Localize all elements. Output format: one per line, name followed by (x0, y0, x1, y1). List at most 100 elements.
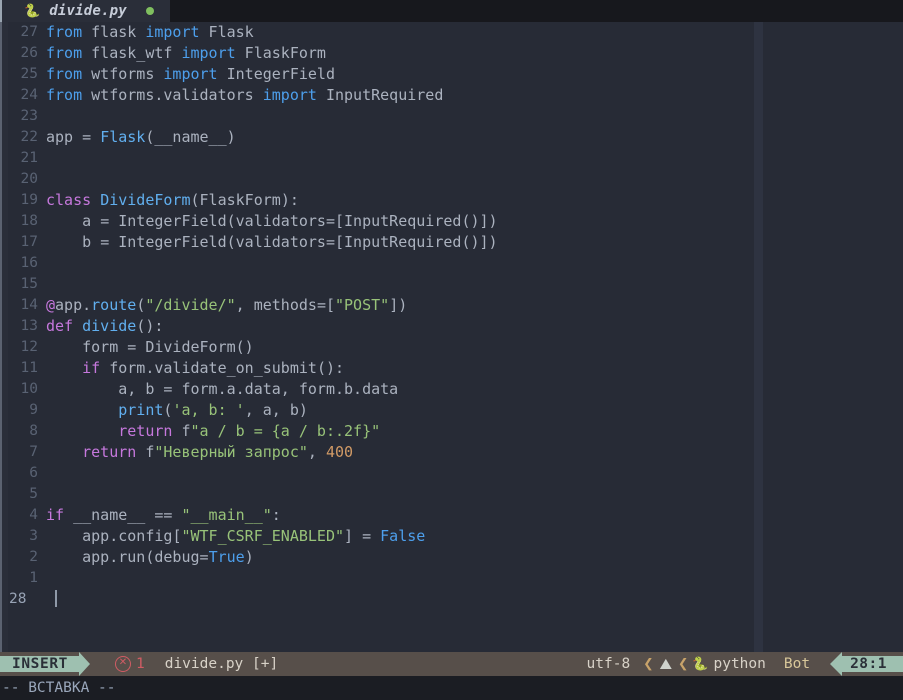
tabline: 🐍 divide.py (0, 0, 903, 22)
status-left: INSERT ✕ 1 divide.py [+] (0, 652, 278, 676)
code-line: 5 (8, 484, 903, 505)
chevron-left-separator-icon-2: ❮ (678, 653, 689, 674)
python-icon: 🐍 (24, 3, 41, 19)
code-text: b = IntegerField(validators=[InputRequir… (46, 233, 498, 251)
current-line-number: 28 (9, 591, 27, 607)
line-number: 5 (29, 486, 38, 502)
line-number: 22 (20, 129, 38, 145)
sign-column (0, 22, 8, 652)
tabline-empty-area (169, 0, 903, 22)
code-line: 26 from flask_wtf import FlaskForm (8, 43, 903, 64)
line-number: 15 (20, 276, 38, 292)
line-number: 20 (20, 171, 38, 187)
line-number: 14 (20, 297, 38, 313)
code-line: 7 return f"Неверный запрос", 400 (8, 442, 903, 463)
line-number: 27 (20, 24, 38, 40)
status-right: utf-8 ❮ ⛰ ❮ 🐍 python Bot 28:1 (587, 652, 903, 676)
code-text: app = Flask(__name__) (46, 128, 236, 146)
code-text: print('a, b: ', a, b) (118, 401, 308, 419)
tab-divide-py[interactable]: 🐍 divide.py (8, 0, 170, 22)
code-line: 11 if form.validate_on_submit(): (8, 358, 903, 379)
tabline-left-edge (0, 0, 8, 22)
text-cursor (55, 590, 57, 607)
code-viewport[interactable]: 27 from flask import Flask 26 from flask_wt… (8, 22, 903, 652)
code-text: a = IntegerField(validators=[InputRequir… (46, 212, 498, 230)
code-line: 23 (8, 106, 903, 127)
code-text: return f"a / b = {a / b:.2f}" (118, 422, 381, 440)
code-text: if __name__ == "__main__": (46, 506, 281, 524)
code-line: 10 a, b = form.a.data, form.b.data (8, 379, 903, 400)
line-number: 10 (20, 381, 38, 397)
line-number: 19 (20, 192, 38, 208)
line-number: 12 (20, 339, 38, 355)
code-line: 4 if __name__ == "__main__": (8, 505, 903, 526)
line-number: 9 (29, 402, 38, 418)
line-number: 13 (20, 318, 38, 334)
code-text: if form.validate_on_submit(): (82, 359, 345, 377)
line-number: 26 (20, 45, 38, 61)
code-line: 6 (8, 463, 903, 484)
file-type-label: python (713, 656, 766, 672)
code-line-current: 28 (8, 589, 903, 610)
line-number: 21 (20, 150, 38, 166)
line-number: 4 (29, 507, 38, 523)
code-line: 8 return f"a / b = {a / b:.2f}" (8, 421, 903, 442)
neovim-window: 🐍 divide.py 27 from flask import Flask 26 f… (0, 0, 903, 700)
code-line: 22 app = Flask(__name__) (8, 127, 903, 148)
code-line: 14 @app.route("/divide/", methods=["POST"… (8, 295, 903, 316)
editor-area[interactable]: 27 from flask import Flask 26 from flask_wt… (0, 22, 903, 652)
code-line: 20 (8, 169, 903, 190)
line-number: 7 (29, 444, 38, 460)
code-line: 25 from wtforms import IntegerField (8, 64, 903, 85)
diagnostics-group[interactable]: ✕ 1 (101, 656, 145, 672)
line-number: 11 (20, 360, 38, 376)
code-line: 24 from wtforms.validators import InputRe… (8, 85, 903, 106)
code-text: from wtforms import IntegerField (46, 65, 335, 83)
position-chevron-icon (818, 652, 843, 676)
code-line: 15 (8, 274, 903, 295)
code-text: @app.route("/divide/", methods=["POST"]) (46, 296, 408, 314)
mode-indicator: INSERT (0, 656, 79, 672)
code-line: 16 (8, 253, 903, 274)
code-text-current (41, 589, 57, 610)
command-line[interactable]: -- ВСТАВКА -- (0, 676, 903, 700)
code-text: a, b = form.a.data, form.b.data (46, 380, 399, 398)
code-text: app.config["WTF_CSRF_ENABLED"] = False (46, 527, 426, 545)
line-number: 8 (29, 423, 38, 439)
code-line: 3 app.config["WTF_CSRF_ENABLED"] = False (8, 526, 903, 547)
code-text: form = DivideForm() (46, 338, 254, 356)
status-spacer (278, 652, 586, 676)
tab-label: divide.py (49, 3, 127, 19)
mode-chevron-icon (78, 652, 101, 676)
line-number: 17 (20, 234, 38, 250)
line-number: 18 (20, 213, 38, 229)
code-line: 17 b = IntegerField(validators=[InputReq… (8, 232, 903, 253)
code-line: 19 class DivideForm(FlaskForm): (8, 190, 903, 211)
file-encoding: utf-8 (586, 656, 631, 672)
code-text: class DivideForm(FlaskForm): (46, 191, 299, 209)
command-line-message: -- ВСТАВКА -- (2, 680, 116, 696)
code-line: 12 form = DivideForm() (8, 337, 903, 358)
code-text: app.run(debug=True) (46, 548, 254, 566)
cursor-position: 28:1 (842, 656, 903, 672)
line-number: 6 (29, 465, 38, 481)
linux-os-icon: ⛰ (659, 655, 673, 673)
line-number: 2 (29, 549, 38, 565)
code-text: return f"Неверный запрос", 400 (82, 443, 354, 461)
line-number: 1 (29, 570, 38, 586)
code-line: 9 print('a, b: ', a, b) (8, 400, 903, 421)
code-text: def divide(): (46, 317, 164, 335)
line-number: 16 (20, 255, 38, 271)
code-line: 18 a = IntegerField(validators=[InputReq… (8, 211, 903, 232)
code-text: from flask_wtf import FlaskForm (46, 44, 326, 62)
code-text: from flask import Flask (46, 23, 254, 41)
code-text: from wtforms.validators import InputRequ… (46, 86, 444, 104)
error-circle-x-icon: ✕ (114, 656, 131, 672)
